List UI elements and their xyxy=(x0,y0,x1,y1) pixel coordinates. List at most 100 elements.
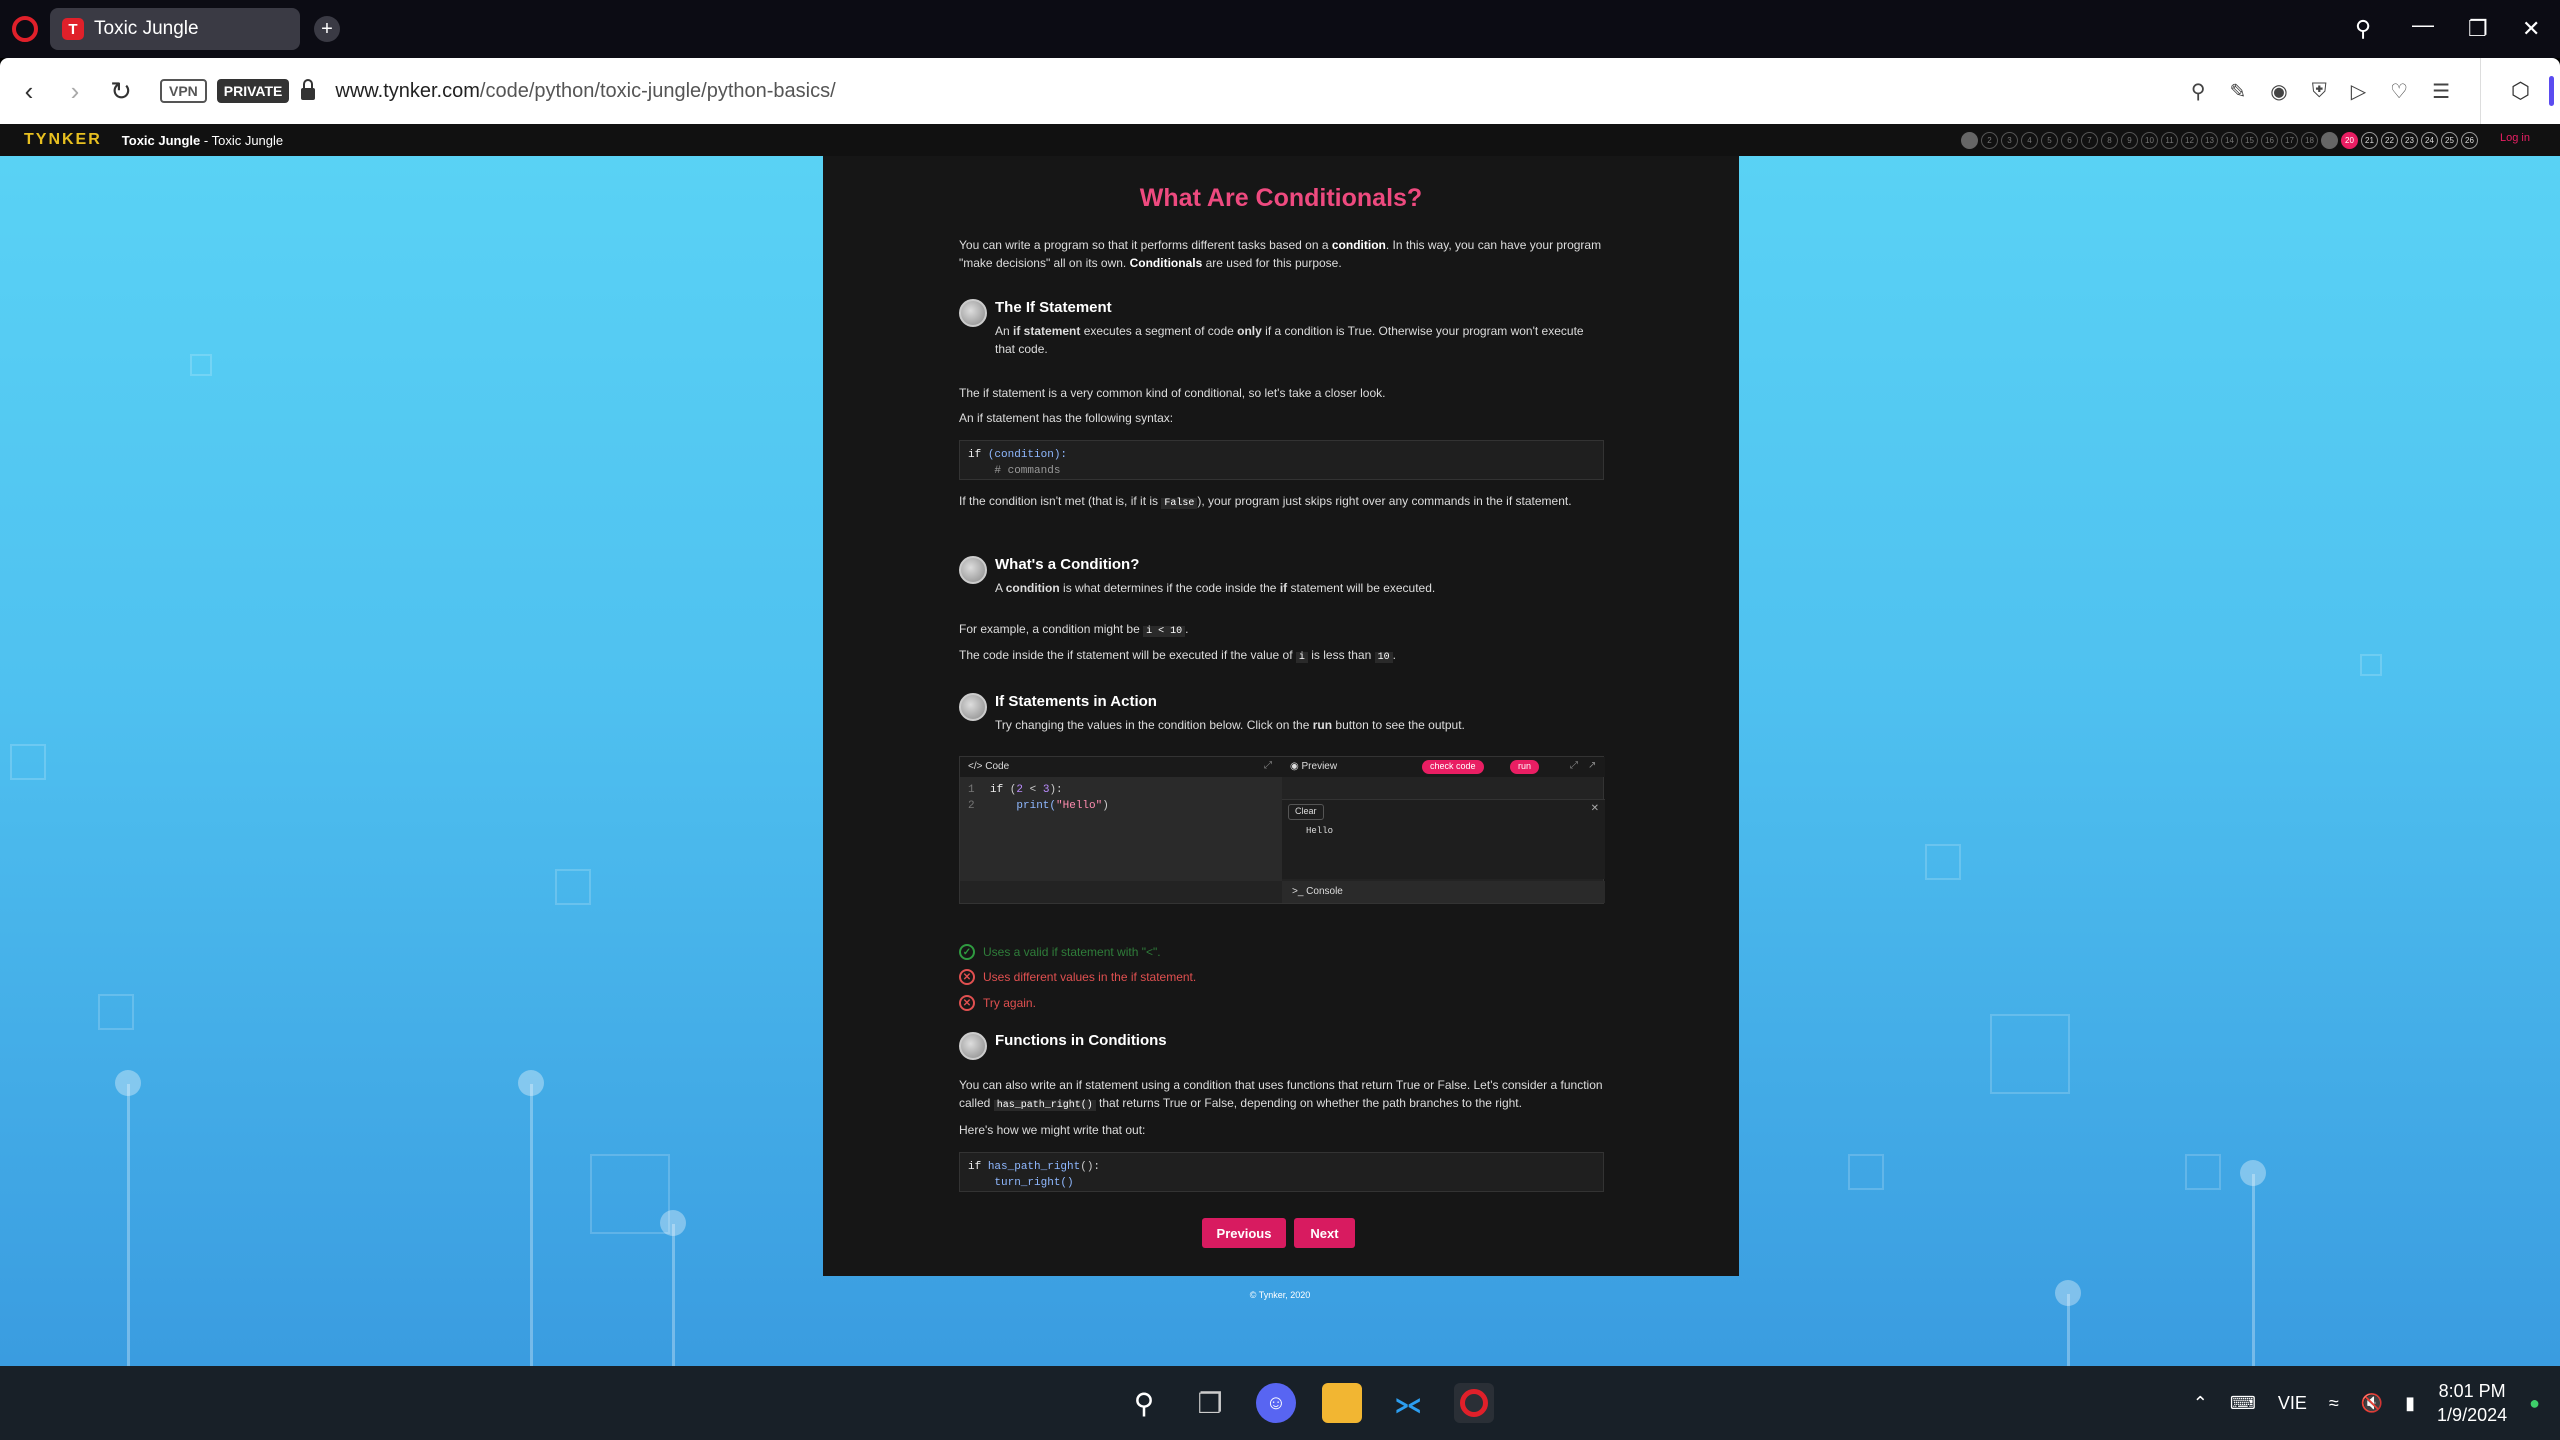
page-viewport: TYNKER Toxic Jungle - Toxic Jungle 23456… xyxy=(0,124,2560,1366)
lesson-dot[interactable]: 26 xyxy=(2461,132,2478,149)
lesson-dot[interactable]: 14 xyxy=(2221,132,2238,149)
battery-icon[interactable]: ▮ xyxy=(2405,1393,2415,1414)
chevron-up-icon[interactable]: ⌃ xyxy=(2193,1393,2208,1414)
previous-button[interactable]: Previous xyxy=(1202,1218,1286,1248)
lesson-dot[interactable]: 20 xyxy=(2341,132,2358,149)
search-icon[interactable]: ⚲ xyxy=(1124,1383,1164,1423)
clock[interactable]: 8:01 PM 1/9/2024 xyxy=(2437,1379,2507,1427)
check-item: ✕ Try again. xyxy=(959,995,1036,1011)
next-button[interactable]: Next xyxy=(1294,1218,1355,1248)
login-link[interactable]: Log in xyxy=(2500,132,2530,144)
bg-pole xyxy=(530,1084,533,1366)
check-pass-icon: ✓ xyxy=(959,944,975,960)
popout-icon[interactable]: ↗ xyxy=(1588,760,1596,771)
browser-tab-bar: T Toxic Jungle + ⚲ — ❐ ✕ xyxy=(0,0,2560,58)
lesson-dot[interactable]: 2 xyxy=(1981,132,1998,149)
minimize-icon[interactable]: — xyxy=(2412,0,2434,54)
bg-square xyxy=(1925,844,1961,880)
task-view-icon[interactable]: ❐ xyxy=(1190,1383,1230,1423)
new-tab-button[interactable]: + xyxy=(314,16,340,42)
notification-bell-icon[interactable]: ● xyxy=(2529,1393,2540,1414)
lesson-dot[interactable]: 5 xyxy=(2041,132,2058,149)
close-window-icon[interactable]: ✕ xyxy=(2522,0,2540,58)
lesson-dot[interactable]: 12 xyxy=(2181,132,2198,149)
discord-icon[interactable]: ☺ xyxy=(1256,1383,1296,1423)
heart-icon[interactable]: ♡ xyxy=(2390,79,2408,104)
lock-icon[interactable] xyxy=(301,79,316,100)
bg-square xyxy=(1990,1014,2070,1094)
lesson-dot[interactable]: 23 xyxy=(2401,132,2418,149)
section-icon xyxy=(959,556,987,584)
code-input[interactable]: 1 if (2 < 3): 2 print("Hello") xyxy=(960,777,1282,881)
bg-square xyxy=(555,869,591,905)
lesson-dot[interactable]: 16 xyxy=(2261,132,2278,149)
lesson-dot[interactable]: 22 xyxy=(2381,132,2398,149)
easy-setup-icon[interactable]: ☰ xyxy=(2432,79,2450,104)
forward-icon[interactable]: › xyxy=(52,76,98,107)
run-button[interactable]: run xyxy=(1510,760,1540,774)
close-console-icon[interactable]: ✕ xyxy=(1591,803,1599,814)
condition-desc: A condition is what determines if the co… xyxy=(995,581,1436,595)
back-icon[interactable]: ‹ xyxy=(6,76,52,107)
vscode-icon[interactable]: ⪥ xyxy=(1388,1383,1428,1423)
camera-icon[interactable]: ◉ xyxy=(2270,79,2287,104)
lesson-card: What Are Conditionals? You can write a p… xyxy=(823,156,1739,1276)
start-icon[interactable] xyxy=(1060,1384,1098,1422)
expand-icon[interactable]: ⤢ xyxy=(1264,760,1272,771)
lesson-dot[interactable]: 15 xyxy=(2241,132,2258,149)
file-explorer-icon[interactable] xyxy=(1322,1383,1362,1423)
code-tab[interactable]: </> Code xyxy=(960,757,1282,777)
reload-icon[interactable]: ↻ xyxy=(98,76,144,107)
lesson-dot[interactable]: 8 xyxy=(2101,132,2118,149)
opera-logo-icon[interactable] xyxy=(12,16,38,42)
lesson-dot[interactable]: 7 xyxy=(2081,132,2098,149)
functions-text: You can also write an if statement using… xyxy=(959,1078,1603,1111)
bg-square xyxy=(2185,1154,2221,1190)
tynker-logo[interactable]: TYNKER xyxy=(24,131,102,149)
lesson-dot[interactable] xyxy=(2321,132,2338,149)
lesson-dot[interactable] xyxy=(1961,132,1978,149)
lesson-dot[interactable]: 10 xyxy=(2141,132,2158,149)
lesson-dot[interactable]: 4 xyxy=(2021,132,2038,149)
closer-look-text: The if statement is a very common kind o… xyxy=(959,386,1386,400)
action-heading: If Statements in Action xyxy=(995,693,1157,710)
if-statement-heading: The If Statement xyxy=(995,299,1112,316)
private-badge: PRIVATE xyxy=(216,79,290,103)
vpn-badge[interactable]: VPN xyxy=(160,79,207,103)
url-field[interactable]: www.tynker.com/code/python/toxic-jungle/… xyxy=(335,80,835,103)
opera-taskbar-icon[interactable] xyxy=(1454,1383,1494,1423)
function-code-block: if has_path_right(): turn_right() xyxy=(959,1152,1604,1192)
lesson-dot[interactable]: 21 xyxy=(2361,132,2378,149)
lesson-dot[interactable]: 3 xyxy=(2001,132,2018,149)
bg-square xyxy=(98,994,134,1030)
browser-tab[interactable]: T Toxic Jungle xyxy=(50,8,300,50)
lesson-dot[interactable]: 24 xyxy=(2421,132,2438,149)
intro-paragraph: You can write a program so that it perfo… xyxy=(959,238,1602,270)
volume-muted-icon[interactable]: 🔇 xyxy=(2361,1393,2383,1414)
lesson-dot[interactable]: 25 xyxy=(2441,132,2458,149)
keyboard-icon[interactable]: ⌨ xyxy=(2230,1393,2256,1414)
zoom-search-icon[interactable]: ⚲ xyxy=(2191,79,2206,104)
lesson-dot[interactable]: 13 xyxy=(2201,132,2218,149)
wifi-icon[interactable]: ≈ xyxy=(2329,1393,2339,1414)
extensions-icon[interactable]: ⬡ xyxy=(2480,58,2560,124)
language-indicator[interactable]: VIE xyxy=(2278,1393,2307,1414)
lesson-dot[interactable]: 17 xyxy=(2281,132,2298,149)
send-icon[interactable]: ▷ xyxy=(2351,79,2366,104)
execute-text: The code inside the if statement will be… xyxy=(959,648,1396,663)
lesson-dot[interactable]: 6 xyxy=(2061,132,2078,149)
lesson-dot[interactable]: 18 xyxy=(2301,132,2318,149)
check-code-button[interactable]: check code xyxy=(1422,760,1484,774)
search-tabs-icon[interactable]: ⚲ xyxy=(2355,0,2371,58)
shield-icon[interactable]: ⛨ xyxy=(2312,80,2327,103)
clear-button[interactable]: Clear xyxy=(1288,804,1324,820)
edit-icon[interactable]: ✎ xyxy=(2230,79,2247,104)
lesson-dot[interactable]: 11 xyxy=(2161,132,2178,149)
bg-square xyxy=(1848,1154,1884,1190)
lesson-dot[interactable]: 9 xyxy=(2121,132,2138,149)
restore-icon[interactable]: ❐ xyxy=(2468,0,2488,58)
if-statement-desc: An if statement executes a segment of co… xyxy=(995,324,1584,356)
fullscreen-icon[interactable]: ⤢ xyxy=(1570,760,1578,771)
console-toggle[interactable]: >_ Console xyxy=(1282,881,1605,903)
check-item: ✓ Uses a valid if statement with "<". xyxy=(959,944,1161,960)
